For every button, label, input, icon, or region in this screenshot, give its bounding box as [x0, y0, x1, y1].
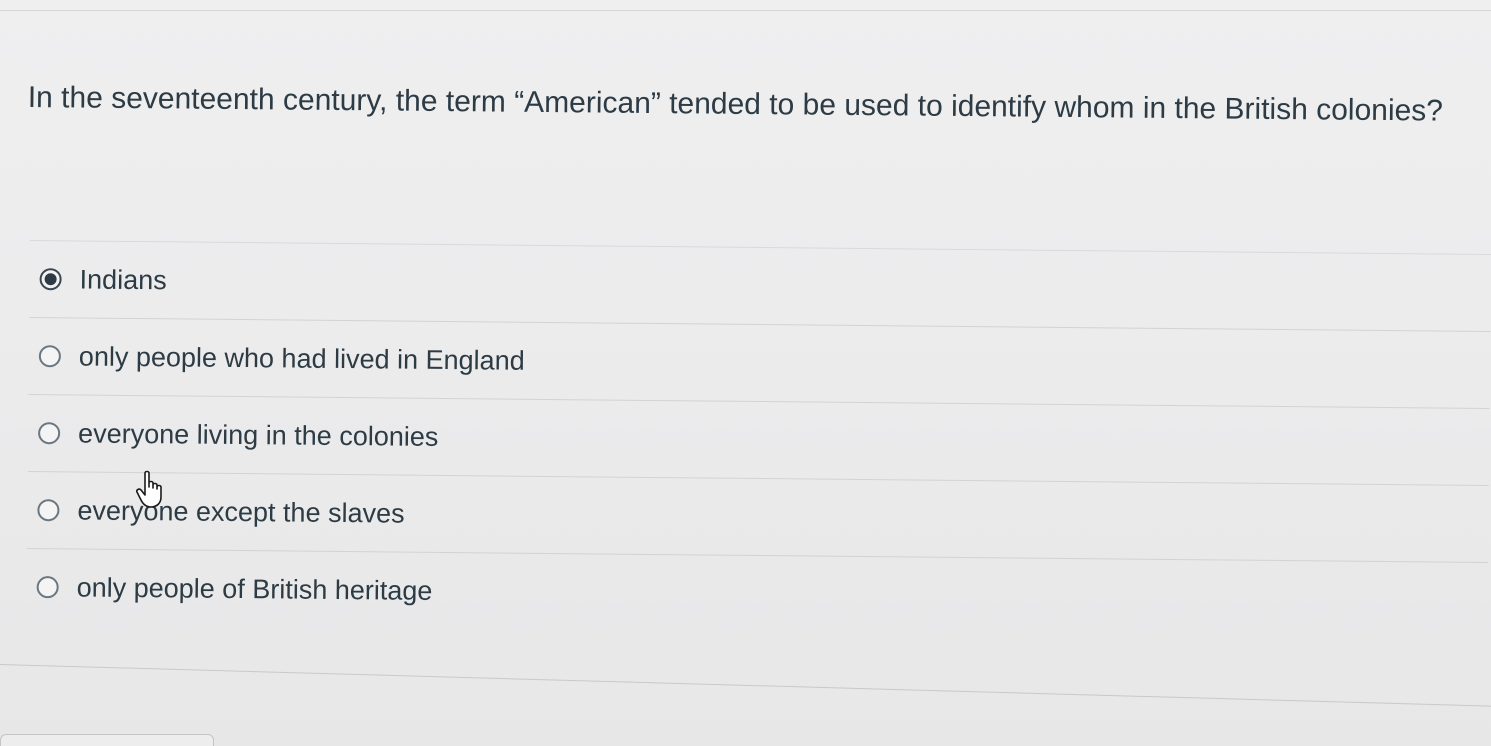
radio-selected-icon[interactable]: [39, 268, 62, 291]
answer-label: only people who had lived in England: [78, 340, 525, 376]
answer-option-everyone[interactable]: everyone living in the colonies: [27, 393, 1490, 486]
previous-button[interactable]: [0, 734, 214, 746]
bottom-divider: [0, 664, 1491, 707]
radio-unselected-icon[interactable]: [36, 576, 59, 599]
answer-label: everyone living in the colonies: [78, 417, 439, 452]
answer-option-british-heritage[interactable]: only people of British heritage: [26, 547, 1488, 640]
answer-option-indians[interactable]: Indians: [29, 240, 1491, 332]
answer-label: everyone except the slaves: [77, 494, 405, 529]
radio-unselected-icon[interactable]: [38, 422, 61, 445]
answer-list: Indians only people who had lived in Eng…: [26, 240, 1491, 640]
question-text: In the seventeenth century, the term “Am…: [27, 80, 1444, 128]
answer-option-except-slaves[interactable]: everyone except the slaves: [27, 470, 1489, 563]
radio-unselected-icon[interactable]: [38, 345, 61, 368]
top-divider: [0, 0, 1491, 11]
answer-label: only people of British heritage: [76, 571, 433, 606]
radio-unselected-icon[interactable]: [37, 499, 60, 522]
answer-option-england[interactable]: only people who had lived in England: [28, 316, 1491, 409]
answer-label: Indians: [79, 263, 167, 295]
